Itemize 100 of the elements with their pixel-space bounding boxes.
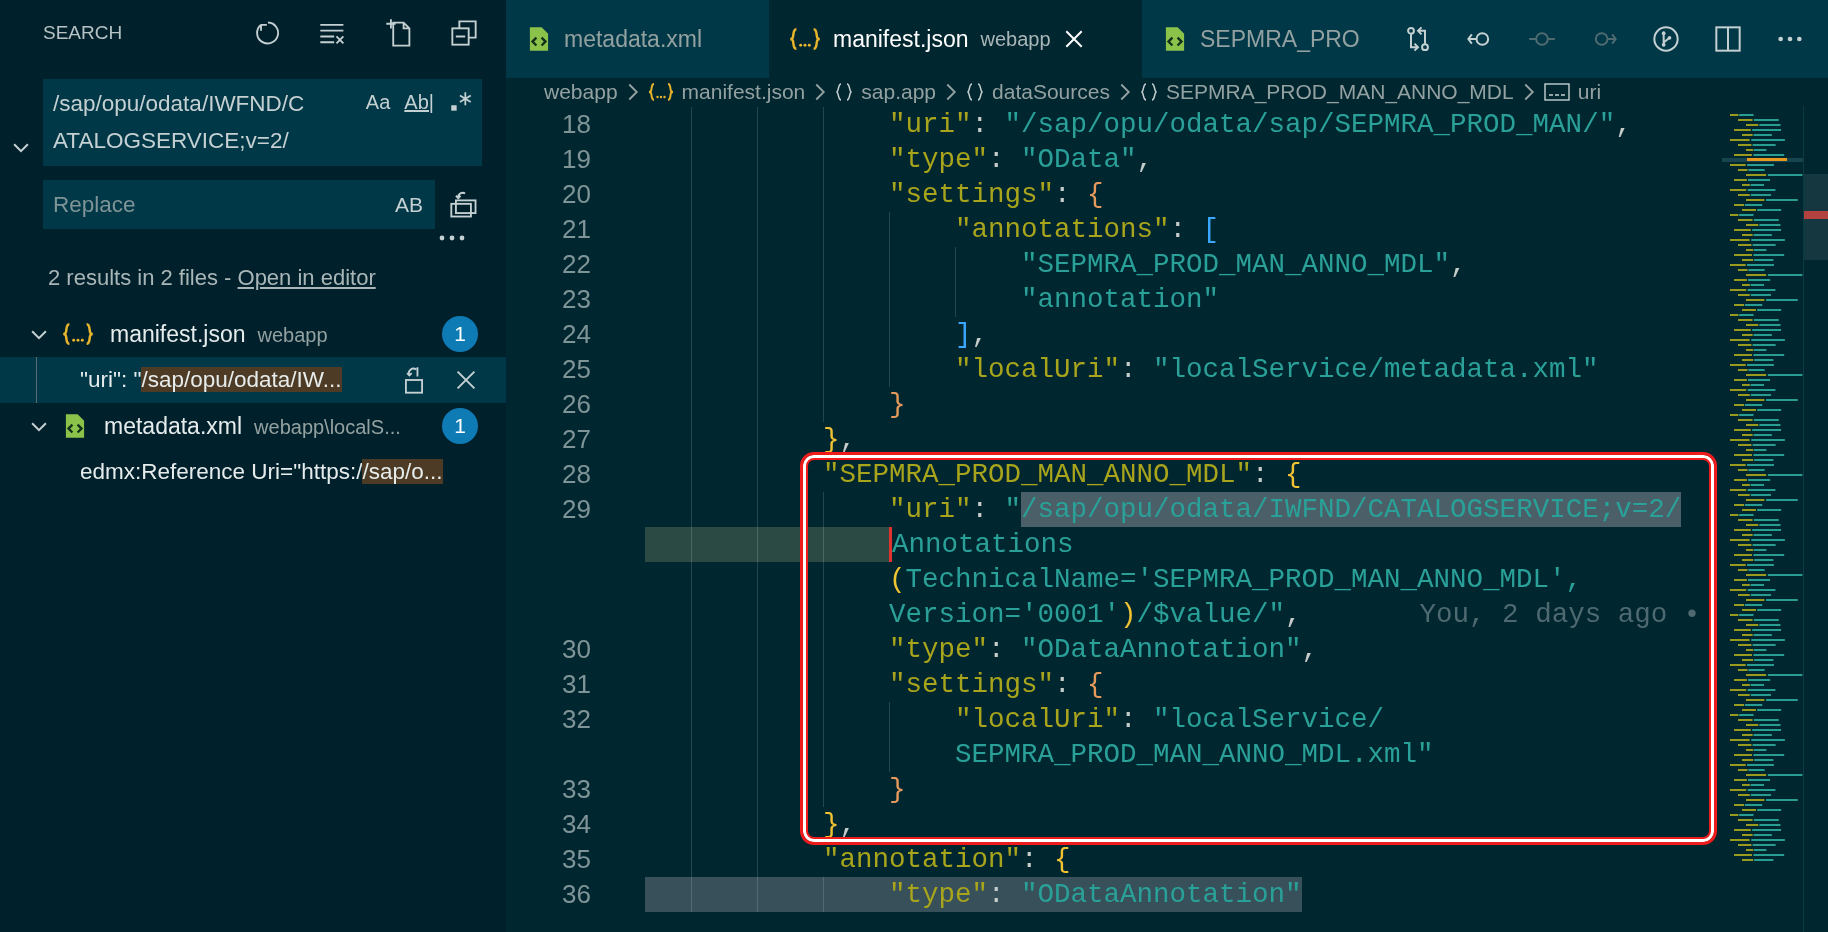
code-token: , xyxy=(1301,633,1319,667)
split-editor-icon[interactable] xyxy=(1714,25,1742,53)
code-token: SEPMRA_PROD_MAN_ANNO_MDL.xml" xyxy=(955,738,1434,772)
code-token: "OData" xyxy=(1021,143,1137,177)
close-icon[interactable] xyxy=(454,368,478,392)
code-token: : xyxy=(988,878,1006,912)
search-field[interactable]: /sap/opu/odata/IWFND/CATALOGSERVICE;v=2/ Aa Ab| xyxy=(43,79,482,166)
tab-label: metadata.xml xyxy=(564,24,703,54)
breadcrumb-item[interactable]: uri xyxy=(1577,76,1602,108)
line-number: 19 xyxy=(562,144,591,174)
match-row[interactable]: "uri": "/sap/opu/odata/IW... xyxy=(0,357,506,403)
code-token: : xyxy=(1054,668,1072,702)
code-token: : xyxy=(1054,178,1072,212)
line-number: 24 xyxy=(562,319,591,349)
code-token: Version='0001' xyxy=(889,598,1121,632)
file-result-row[interactable]: metadata.xml webapp\localS... 1 xyxy=(0,403,506,449)
breadcrumb-item[interactable]: manifest.json xyxy=(681,76,806,108)
code-token: { xyxy=(1054,843,1071,877)
code-token: "type" xyxy=(889,878,989,912)
line-number: 29 xyxy=(562,494,591,524)
count-badge: 1 xyxy=(442,408,478,444)
code-token: : xyxy=(971,493,990,527)
code-token: "ODataAnnotation" xyxy=(1021,878,1302,912)
tab-label: SEPMRA_PRO xyxy=(1200,24,1360,54)
code-token: : xyxy=(1120,353,1138,387)
code-token: , xyxy=(839,423,857,457)
line-number: 35 xyxy=(562,844,591,874)
code-token: "annotation" xyxy=(1021,283,1220,317)
code-token: : xyxy=(1120,703,1138,737)
count-badge: 1 xyxy=(442,316,478,352)
breadcrumb-item[interactable]: SEPMRA_PROD_MAN_ANNO_MDL xyxy=(1165,76,1514,108)
line-number: 30 xyxy=(562,634,591,664)
code-token: "type" xyxy=(889,633,989,667)
code-token: "annotations" xyxy=(955,213,1170,247)
match-case-toggle[interactable]: Aa xyxy=(365,87,391,117)
braces-icon xyxy=(789,26,821,52)
line-number: 23 xyxy=(562,284,591,314)
panel-title: SEARCH xyxy=(43,20,123,45)
folder-path: webapp xyxy=(257,322,328,348)
code-token: ) xyxy=(1120,598,1137,632)
open-in-editor-link[interactable]: Open in editor xyxy=(237,265,376,290)
compare-icon[interactable] xyxy=(1404,25,1432,53)
line-number: 31 xyxy=(562,669,591,699)
braces-icon xyxy=(966,82,985,102)
code-token: "type" xyxy=(889,143,989,177)
braces-icon xyxy=(835,82,854,102)
replace-all-icon[interactable] xyxy=(449,189,479,220)
code-token: "uri" xyxy=(889,108,972,142)
replace-field[interactable]: Replace AB xyxy=(43,180,435,229)
code-token: /sap/opu/odata/IWFND/CATALOGSERVICE;v=2/ xyxy=(1021,492,1682,527)
code-token: "localUri" xyxy=(955,353,1121,387)
code-token: { xyxy=(1087,178,1104,212)
line-number: 36 xyxy=(562,879,591,909)
braces-icon xyxy=(62,321,94,347)
tab-description: webapp xyxy=(980,27,1051,52)
breadcrumb-item[interactable]: dataSources xyxy=(992,76,1110,108)
code-token: : xyxy=(971,108,990,142)
match-row[interactable]: edmx:Reference Uri="https://sap/o... xyxy=(0,449,506,495)
code-token: " xyxy=(1004,493,1022,527)
refresh-icon[interactable] xyxy=(254,19,282,47)
code-token: "ODataAnnotation" xyxy=(1021,633,1302,667)
code-token: "SEPMRA_PROD_MAN_ANNO_MDL" xyxy=(823,458,1253,492)
file-result-row[interactable]: manifest.json webapp 1 xyxy=(0,311,506,357)
code-token: TechnicalName='SEPMRA_PROD_MAN_ANNO_MDL', xyxy=(905,563,1583,597)
line-number: 34 xyxy=(562,809,591,839)
editor-tab[interactable]: manifest.json webapp xyxy=(769,0,1142,78)
code-token: , xyxy=(1615,108,1632,142)
code-token: "settings" xyxy=(889,178,1055,212)
file-name: manifest.json xyxy=(110,319,246,349)
code-token: { xyxy=(1285,458,1302,492)
branch-icon[interactable] xyxy=(1652,25,1680,53)
line-number: 32 xyxy=(562,704,591,734)
text-field-icon xyxy=(1543,83,1570,101)
preserve-case-toggle[interactable]: AB xyxy=(395,188,423,221)
breadcrumb-item[interactable]: sap.app xyxy=(861,76,937,108)
code-token: "settings" xyxy=(889,668,1055,702)
code-token: : xyxy=(1021,843,1039,877)
code-token: "/sap/opu/odata/sap/SEPMRA_PROD_MAN/" xyxy=(1004,108,1616,142)
whole-word-toggle[interactable]: Ab| xyxy=(404,87,434,117)
line-number: 27 xyxy=(562,424,591,454)
line-number: 26 xyxy=(562,389,591,419)
code-token: "annotation" xyxy=(823,843,1022,877)
code-token: "uri" xyxy=(889,493,972,527)
code-token: [ xyxy=(1202,213,1220,247)
code-token: Annotations xyxy=(889,527,1074,562)
scrollbar-thumb[interactable] xyxy=(1804,174,1828,260)
code-token: /$value/" xyxy=(1136,598,1286,632)
line-number: 22 xyxy=(562,249,591,279)
code-token: : xyxy=(988,633,1006,667)
line-number: 18 xyxy=(562,109,591,139)
chevron-right-icon xyxy=(813,82,828,102)
breadcrumb-item[interactable]: webapp xyxy=(544,76,618,108)
collapse-all-icon[interactable] xyxy=(450,19,478,47)
braces-icon xyxy=(1139,82,1158,102)
braces-icon xyxy=(647,82,674,102)
more-icon[interactable] xyxy=(438,233,466,243)
code-token: { xyxy=(1087,668,1104,702)
code-token: : xyxy=(988,143,1006,177)
code-token: "localService/ xyxy=(1153,703,1385,737)
code-token: ] xyxy=(955,318,972,352)
